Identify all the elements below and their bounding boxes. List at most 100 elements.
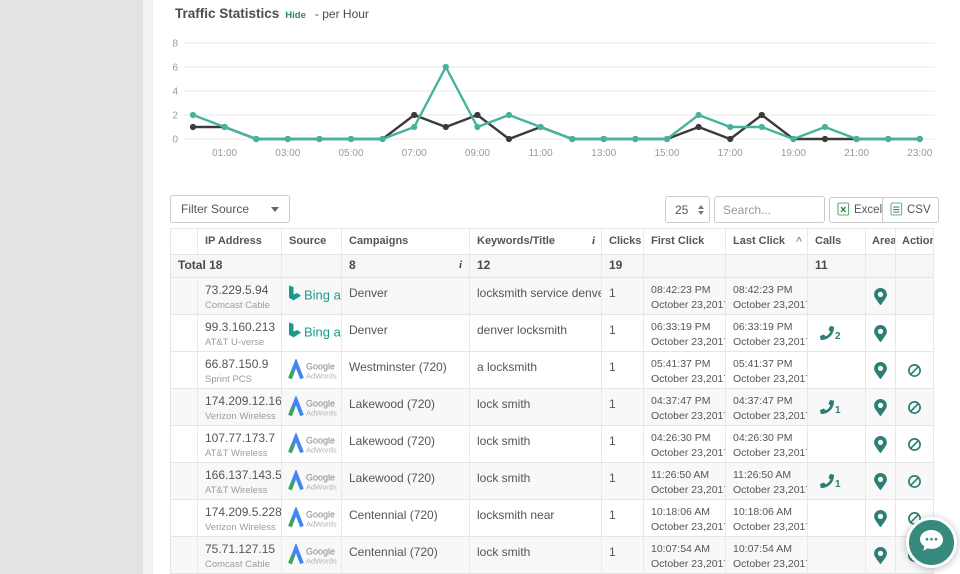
- ip-cell: 73.229.5.94 Comcast Cable: [198, 278, 282, 315]
- area-cell: [866, 352, 896, 389]
- row-select-cell: [171, 537, 198, 574]
- campaign-cell: Lakewood (720): [342, 426, 470, 463]
- block-ip-icon[interactable]: [907, 437, 922, 452]
- svg-text:AdWords: AdWords: [306, 446, 337, 455]
- clicks-count: 1: [609, 508, 636, 522]
- first-click-date: October 23,2017: [651, 557, 718, 572]
- hide-link[interactable]: Hide: [285, 10, 306, 21]
- last-click-time: 04:26:30 PM: [733, 431, 800, 446]
- clicks-cell: 1: [602, 389, 644, 426]
- total-label: Total 18: [171, 255, 282, 278]
- header-ip-address[interactable]: IP Address: [198, 229, 282, 255]
- left-sidebar: [0, 0, 143, 574]
- map-pin-icon[interactable]: [874, 473, 887, 490]
- google-adwords-logo: GoogleAdWords: [287, 544, 341, 566]
- total-keywords: 12: [470, 255, 602, 278]
- last-click-time: 04:37:47 PM: [733, 394, 800, 409]
- header-clicks[interactable]: Clicks: [602, 229, 644, 255]
- header-last-click[interactable]: Last Click ^: [726, 229, 808, 255]
- last-click-cell: 10:18:06 AM October 23,2017: [726, 500, 808, 537]
- area-cell: [866, 537, 896, 574]
- svg-text:15:00: 15:00: [654, 148, 679, 159]
- block-ip-icon[interactable]: [907, 474, 922, 489]
- header-first-click[interactable]: First Click: [644, 229, 726, 255]
- info-icon: i: [592, 229, 595, 254]
- clicks-cell: 1: [602, 463, 644, 500]
- action-cell: [896, 315, 934, 352]
- clicks-count: 1: [609, 434, 636, 448]
- map-pin-icon[interactable]: [874, 325, 887, 342]
- clicks-count: 1: [609, 397, 636, 411]
- keyword-text: denver locksmith: [477, 323, 594, 337]
- header-campaigns[interactable]: Campaigns: [342, 229, 470, 255]
- table-header-row: IP Address Source Campaigns Keywords/Tit…: [171, 228, 934, 255]
- total-calls: 11: [808, 255, 866, 278]
- header-calls[interactable]: Calls: [808, 229, 866, 255]
- phone-icon: [820, 474, 834, 488]
- table-row: 174.209.5.228 Verizon Wireless GoogleAdW…: [171, 500, 934, 537]
- svg-text:17:00: 17:00: [718, 148, 743, 159]
- header-area[interactable]: Area: [866, 229, 896, 255]
- keyword-cell: lock smith: [470, 389, 602, 426]
- sort-asc-icon: ^: [796, 229, 802, 254]
- keyword-cell: lock smith: [470, 463, 602, 500]
- svg-text:11:00: 11:00: [528, 148, 553, 159]
- ip-address: 99.3.160.213: [205, 320, 274, 334]
- first-click-date: October 23,2017: [651, 372, 718, 387]
- table-row: 99.3.160.213 AT&T U-verse Bing ad Denver…: [171, 315, 934, 352]
- table-row: 66.87.150.9 Sprint PCS GoogleAdWords Wes…: [171, 352, 934, 389]
- csv-label: CSV: [907, 204, 931, 216]
- excel-button[interactable]: Excel: [829, 197, 890, 223]
- chat-widget-button[interactable]: [906, 517, 957, 568]
- header-blank: [171, 229, 198, 255]
- action-cell: [896, 426, 934, 463]
- header-action[interactable]: Action: [896, 229, 934, 255]
- header-keywords-title[interactable]: Keywords/Title i: [470, 229, 602, 255]
- stepper-arrows-icon: [698, 205, 704, 215]
- svg-text:21:00: 21:00: [844, 148, 869, 159]
- area-cell: [866, 463, 896, 500]
- block-ip-icon[interactable]: [907, 363, 922, 378]
- table-row: 174.209.12.168 Verizon Wireless GoogleAd…: [171, 389, 934, 426]
- row-select-cell: [171, 315, 198, 352]
- excel-icon: [837, 202, 850, 219]
- row-select-cell: [171, 463, 198, 500]
- bing-ads-logo: Bing ad: [287, 322, 341, 344]
- campaign-name: Centennial (720): [349, 545, 462, 559]
- ip-cell: 75.71.127.15 Comcast Cable: [198, 537, 282, 574]
- search-input[interactable]: [714, 196, 825, 223]
- map-pin-icon[interactable]: [874, 436, 887, 453]
- svg-text:01:00: 01:00: [212, 148, 237, 159]
- calls-cell: 1: [808, 463, 866, 500]
- filter-source-select[interactable]: Filter Source: [170, 195, 290, 223]
- svg-text:03:00: 03:00: [275, 148, 300, 159]
- first-click-time: 10:07:54 AM: [651, 542, 718, 557]
- keyword-text: a locksmith: [477, 360, 594, 374]
- row-select-cell: [171, 278, 198, 315]
- page-size-select[interactable]: 25: [665, 196, 710, 223]
- campaign-name: Westminster (720): [349, 360, 462, 374]
- calls-cell: [808, 426, 866, 463]
- block-ip-icon[interactable]: [907, 400, 922, 415]
- last-click-date: October 23,2017: [733, 335, 800, 350]
- header-source[interactable]: Source: [282, 229, 342, 255]
- area-cell: [866, 315, 896, 352]
- total-campaigns: 8 i: [342, 255, 470, 278]
- map-pin-icon[interactable]: [874, 399, 887, 416]
- svg-text:09:00: 09:00: [465, 148, 490, 159]
- map-pin-icon[interactable]: [874, 547, 887, 564]
- keyword-cell: lock smith: [470, 537, 602, 574]
- csv-button[interactable]: CSV: [882, 197, 939, 223]
- ip-cell: 66.87.150.9 Sprint PCS: [198, 352, 282, 389]
- svg-text:19:00: 19:00: [781, 148, 806, 159]
- last-click-cell: 10:07:54 AM October 23,2017: [726, 537, 808, 574]
- last-click-cell: 11:26:50 AM October 23,2017: [726, 463, 808, 500]
- map-pin-icon[interactable]: [874, 362, 887, 379]
- map-pin-icon[interactable]: [874, 288, 887, 305]
- svg-text:23:00: 23:00: [907, 148, 932, 159]
- map-pin-icon[interactable]: [874, 510, 887, 527]
- ip-address: 66.87.150.9: [205, 357, 274, 371]
- campaign-name: Denver: [349, 286, 462, 300]
- last-click-time: 05:41:37 PM: [733, 357, 800, 372]
- panel-header: Traffic Statistics Hide - per Hour: [175, 6, 369, 21]
